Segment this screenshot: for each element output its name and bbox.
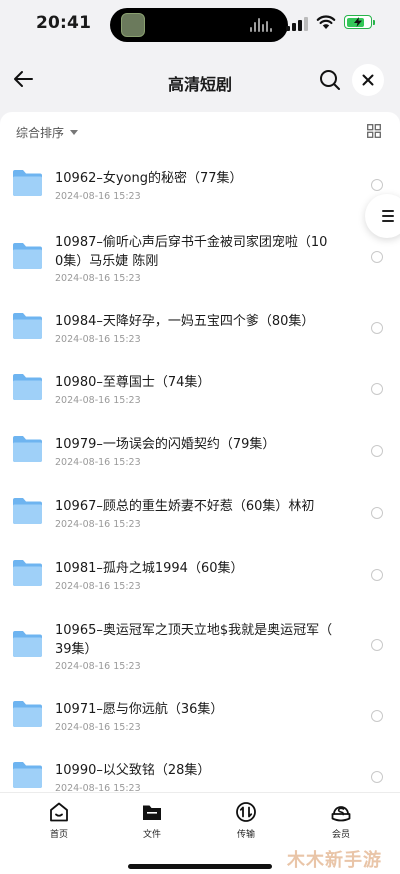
- select-radio[interactable]: [371, 569, 383, 581]
- select-radio[interactable]: [371, 179, 383, 191]
- file-browser: 综合排序 10962–女yong的秘密（77集） 2024-08-16 15:23…: [0, 112, 400, 792]
- file-name: 10967–顾总的重生娇妻不好惹（60集）林初: [55, 499, 315, 514]
- select-radio[interactable]: [371, 710, 383, 722]
- file-name: 10965–奥运冠军之顶天立地$我就是奥运冠军（ 39集）: [55, 623, 333, 657]
- tab-transfer[interactable]: 传输: [216, 801, 276, 841]
- folder-icon: [13, 701, 42, 727]
- wifi-icon: [316, 15, 336, 29]
- folder-icon: [13, 170, 42, 196]
- tab-files[interactable]: 文件: [122, 801, 182, 841]
- file-date: 2024-08-16 15:23: [55, 661, 141, 672]
- watermark: 木木新手游: [287, 850, 382, 871]
- sort-label: 综合排序: [16, 126, 65, 140]
- status-bar: 20:41: [0, 0, 400, 50]
- select-radio[interactable]: [371, 507, 383, 519]
- select-radio[interactable]: [371, 771, 383, 783]
- tab-vip[interactable]: 会员: [311, 801, 371, 841]
- tab-home[interactable]: 首页: [29, 801, 89, 841]
- transfer-icon: [236, 802, 256, 822]
- sort-dropdown[interactable]: 综合排序: [16, 124, 79, 141]
- file-name: 10987–偷听心声后穿书千金被司家团宠啦（10 0集）马乐婕 陈刚: [55, 235, 328, 269]
- folder-icon: [13, 498, 42, 524]
- select-radio[interactable]: [371, 445, 383, 457]
- file-name: 10971–愿与你远航（36集）: [55, 702, 224, 717]
- caret-down-icon: [70, 130, 79, 135]
- grid-view-icon[interactable]: [367, 124, 381, 138]
- file-name: 10981–孤舟之城1994（60集）: [55, 561, 244, 576]
- charging-bolt-icon: [354, 17, 362, 27]
- audio-wave-icon: [250, 18, 272, 32]
- vip-icon: [331, 806, 351, 822]
- file-date: 2024-08-16 15:23: [55, 581, 141, 592]
- file-date: 2024-08-16 15:23: [55, 334, 141, 345]
- file-date: 2024-08-16 15:23: [55, 519, 141, 530]
- tab-label: 文件: [142, 830, 161, 840]
- folder-icon: [13, 436, 42, 462]
- file-date: 2024-08-16 15:23: [55, 722, 141, 733]
- file-name: 10980–至尊国士（74集）: [55, 375, 211, 390]
- home-indicator[interactable]: [128, 864, 272, 869]
- select-radio[interactable]: [371, 322, 383, 334]
- folder-icon: [13, 243, 42, 269]
- file-date: 2024-08-16 15:23: [55, 457, 141, 468]
- select-radio[interactable]: [371, 383, 383, 395]
- file-date: 2024-08-16 15:23: [55, 273, 141, 284]
- battery-icon: [344, 15, 375, 29]
- file-date: 2024-08-16 15:23: [55, 191, 141, 202]
- file-name: 10962–女yong的秘密（77集）: [55, 171, 243, 186]
- tab-label: 首页: [49, 830, 68, 840]
- file-name: 10984–天降好孕，一妈五宝四个爹（80集）: [55, 314, 315, 329]
- folder-icon: [13, 560, 42, 586]
- folder-icon: [13, 631, 42, 657]
- folder-icon: [13, 762, 42, 788]
- file-name: 10979–一场误会的闪婚契约（79集）: [55, 437, 276, 452]
- file-date: 2024-08-16 15:23: [55, 395, 141, 406]
- folder-icon: [143, 805, 161, 820]
- tab-label: 会员: [331, 830, 350, 840]
- file-date: 2024-08-16 15:23: [55, 783, 141, 792]
- cellular-signal-icon: [286, 17, 308, 31]
- close-button[interactable]: [352, 64, 384, 96]
- status-icons: [286, 15, 378, 31]
- close-icon: [362, 74, 374, 86]
- menu-icon: [382, 210, 394, 222]
- folder-icon: [13, 374, 42, 400]
- search-icon[interactable]: [318, 68, 342, 92]
- navigation-bar: 高清短剧: [0, 50, 400, 112]
- folder-icon: [13, 313, 42, 339]
- select-radio[interactable]: [371, 639, 383, 651]
- tab-label: 传输: [236, 830, 255, 840]
- now-playing-thumbnail: [121, 13, 145, 37]
- home-icon: [50, 802, 68, 822]
- dynamic-island[interactable]: [110, 8, 288, 42]
- file-name: 10990–以父致铭（28集）: [55, 763, 211, 778]
- select-radio[interactable]: [371, 251, 383, 263]
- status-time: 20:41: [36, 13, 92, 33]
